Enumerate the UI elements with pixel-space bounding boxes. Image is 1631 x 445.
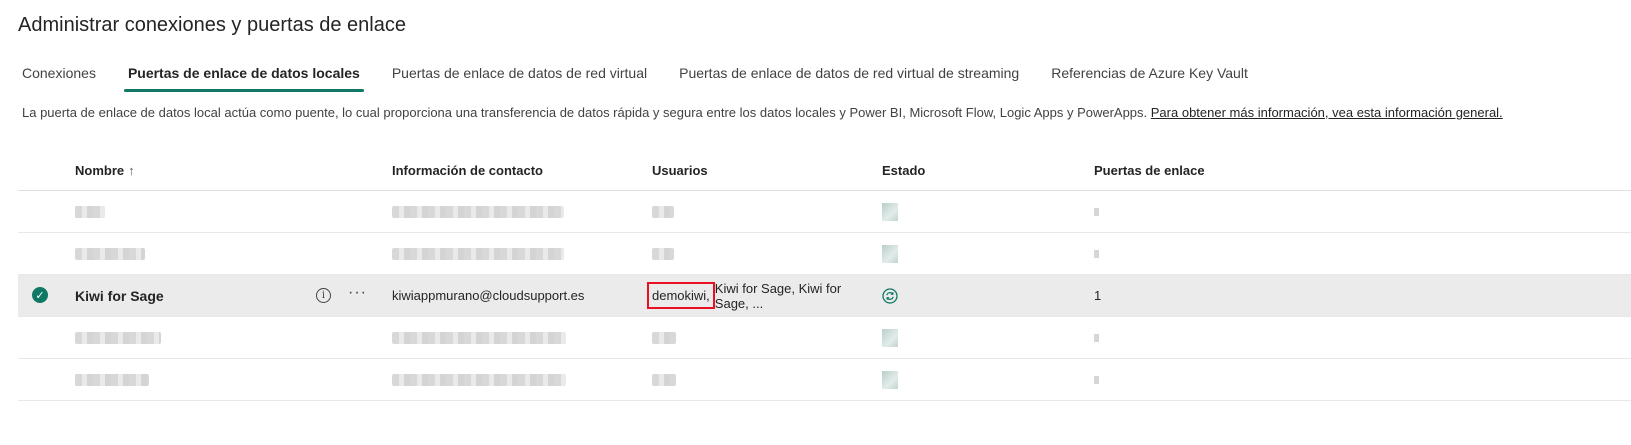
row-contact-redacted — [392, 233, 632, 274]
checkmark-circle-icon[interactable]: ✓ — [32, 287, 48, 303]
header-name[interactable]: Nombre ↑ — [75, 150, 295, 190]
tab-puertas-enlace-red-virtual[interactable]: Puertas de enlace de datos de red virtua… — [388, 60, 651, 90]
tab-referencias-azure-key-vault[interactable]: Referencias de Azure Key Vault — [1047, 60, 1252, 90]
refresh-status-icon — [882, 287, 898, 304]
row-state-redacted — [882, 317, 1082, 358]
info-icon[interactable]: i — [316, 288, 331, 303]
row-gateways-redacted — [1094, 317, 1294, 358]
row-name-redacted — [75, 359, 295, 400]
more-options-icon[interactable]: ··· — [348, 284, 367, 302]
sort-ascending-icon: ↑ — [128, 162, 135, 178]
tab-puertas-enlace-red-virtual-streaming[interactable]: Puertas de enlace de datos de red virtua… — [675, 60, 1023, 90]
table-row[interactable] — [18, 317, 1631, 359]
users-highlight: demokiwi, — [647, 282, 715, 309]
row-contact: kiwiappmurano@cloudsupport.es — [392, 288, 585, 303]
row-gateways-redacted — [1094, 359, 1294, 400]
row-users-redacted — [652, 233, 872, 274]
gateways-table: Nombre ↑ Información de contacto Usuario… — [18, 150, 1631, 401]
header-name-label: Nombre — [75, 162, 125, 178]
row-state-redacted — [882, 191, 1082, 232]
row-state-redacted — [882, 359, 1082, 400]
header-users[interactable]: Usuarios — [652, 150, 872, 190]
row-name: Kiwi for Sage — [75, 275, 295, 316]
row-contact-redacted — [392, 317, 632, 358]
header-contact[interactable]: Información de contacto — [392, 150, 632, 190]
row-state-redacted — [882, 233, 1082, 274]
header-state[interactable]: Estado — [882, 150, 1082, 190]
header-gateways[interactable]: Puertas de enlace — [1094, 150, 1294, 190]
row-name-redacted — [75, 317, 295, 358]
page-title: Administrar conexiones y puertas de enla… — [18, 14, 406, 36]
table-row[interactable] — [18, 359, 1631, 401]
row-contact-redacted — [392, 359, 632, 400]
tab-conexiones[interactable]: Conexiones — [18, 60, 100, 90]
more-info-link[interactable]: Para obtener más información, vea esta i… — [1151, 105, 1503, 120]
gateway-name: Kiwi for Sage — [75, 287, 164, 304]
table-row-selected[interactable]: ✓ Kiwi for Sage i ··· kiwiappmurano@clou… — [18, 275, 1631, 317]
table-row[interactable] — [18, 191, 1631, 233]
row-name-redacted — [75, 233, 295, 274]
row-users[interactable]: demokiwi, Kiwi for Sage, Kiwi for Sage, … — [647, 275, 872, 316]
row-gateways: 1 — [1094, 288, 1102, 303]
description-text: La puerta de enlace de datos local actúa… — [22, 105, 1503, 120]
tab-bar: Conexiones Puertas de enlace de datos lo… — [18, 60, 1276, 92]
row-gateways-redacted — [1094, 191, 1294, 232]
row-contact-redacted — [392, 191, 632, 232]
row-users-redacted — [652, 359, 872, 400]
row-users-redacted — [652, 317, 872, 358]
users-rest: Kiwi for Sage, Kiwi for Sage, ... — [714, 280, 842, 311]
table-header: Nombre ↑ Información de contacto Usuario… — [18, 150, 1631, 191]
row-gateways-redacted — [1094, 233, 1294, 274]
table-row[interactable] — [18, 233, 1631, 275]
row-state — [882, 275, 1082, 316]
row-users-redacted — [652, 191, 872, 232]
tab-puertas-enlace-locales[interactable]: Puertas de enlace de datos locales — [123, 60, 364, 92]
row-name-redacted — [75, 191, 295, 232]
description-body: La puerta de enlace de datos local actúa… — [22, 105, 1151, 120]
